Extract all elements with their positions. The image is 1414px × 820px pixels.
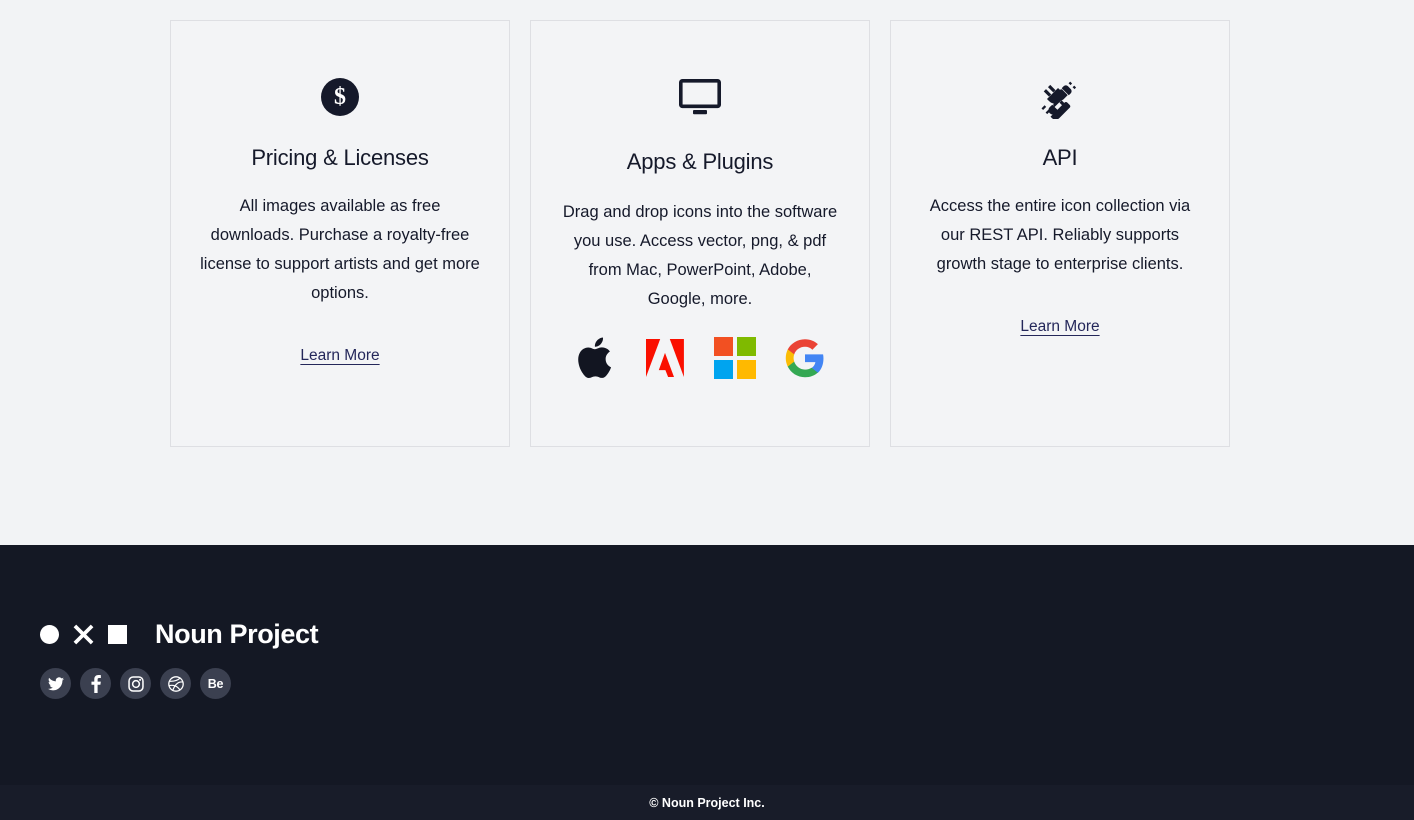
feature-card-pricing[interactable]: $ Pricing & Licenses All images availabl… bbox=[170, 20, 510, 447]
footer-bottom-bar: © Noun Project Inc. bbox=[0, 785, 1414, 820]
brand-logos-row bbox=[573, 336, 827, 380]
x-mark-icon bbox=[73, 624, 94, 645]
page-root: $ Pricing & Licenses All images availabl… bbox=[0, 0, 1414, 820]
card-title: Pricing & Licenses bbox=[251, 145, 428, 171]
feature-card-apps[interactable]: Apps & Plugins Drag and drop icons into … bbox=[530, 20, 870, 447]
card-title: API bbox=[1043, 145, 1078, 171]
brand-logo[interactable]: Noun Project bbox=[40, 619, 318, 650]
footer-brand: Noun Project bbox=[40, 619, 318, 699]
twitter-icon[interactable] bbox=[40, 668, 71, 699]
copyright-text: © Noun Project Inc. bbox=[649, 796, 764, 810]
brand-name: Noun Project bbox=[155, 619, 318, 650]
learn-more-link[interactable]: Learn More bbox=[300, 347, 379, 365]
learn-more-link[interactable]: Learn More bbox=[1020, 318, 1099, 336]
card-title: Apps & Plugins bbox=[627, 149, 773, 175]
facebook-icon[interactable] bbox=[80, 668, 111, 699]
monitor-icon bbox=[679, 73, 721, 121]
footer-content: Noun Project bbox=[0, 545, 1414, 785]
feature-card-api[interactable]: API Access the entire icon collection vi… bbox=[890, 20, 1230, 447]
card-body: Access the entire icon collection via ou… bbox=[915, 192, 1205, 279]
instagram-icon[interactable] bbox=[120, 668, 151, 699]
card-body: Drag and drop icons into the software yo… bbox=[555, 198, 845, 314]
adobe-logo bbox=[643, 336, 687, 380]
card-body: All images available as free downloads. … bbox=[195, 192, 485, 308]
behance-label: Be bbox=[208, 677, 223, 691]
plug-icon bbox=[1038, 73, 1082, 121]
dollar-circle-icon: $ bbox=[321, 73, 359, 121]
google-logo bbox=[783, 336, 827, 380]
feature-cards-row: $ Pricing & Licenses All images availabl… bbox=[170, 20, 1230, 447]
behance-icon[interactable]: Be bbox=[200, 668, 231, 699]
dribbble-icon[interactable] bbox=[160, 668, 191, 699]
social-links: Be bbox=[40, 668, 318, 699]
apple-logo bbox=[573, 336, 617, 380]
circle-mark-icon bbox=[40, 625, 59, 644]
site-footer: Noun Project bbox=[0, 545, 1414, 820]
feature-cards-section: $ Pricing & Licenses All images availabl… bbox=[0, 0, 1414, 545]
noun-project-marks bbox=[40, 624, 127, 645]
microsoft-logo bbox=[713, 336, 757, 380]
square-mark-icon bbox=[108, 625, 127, 644]
